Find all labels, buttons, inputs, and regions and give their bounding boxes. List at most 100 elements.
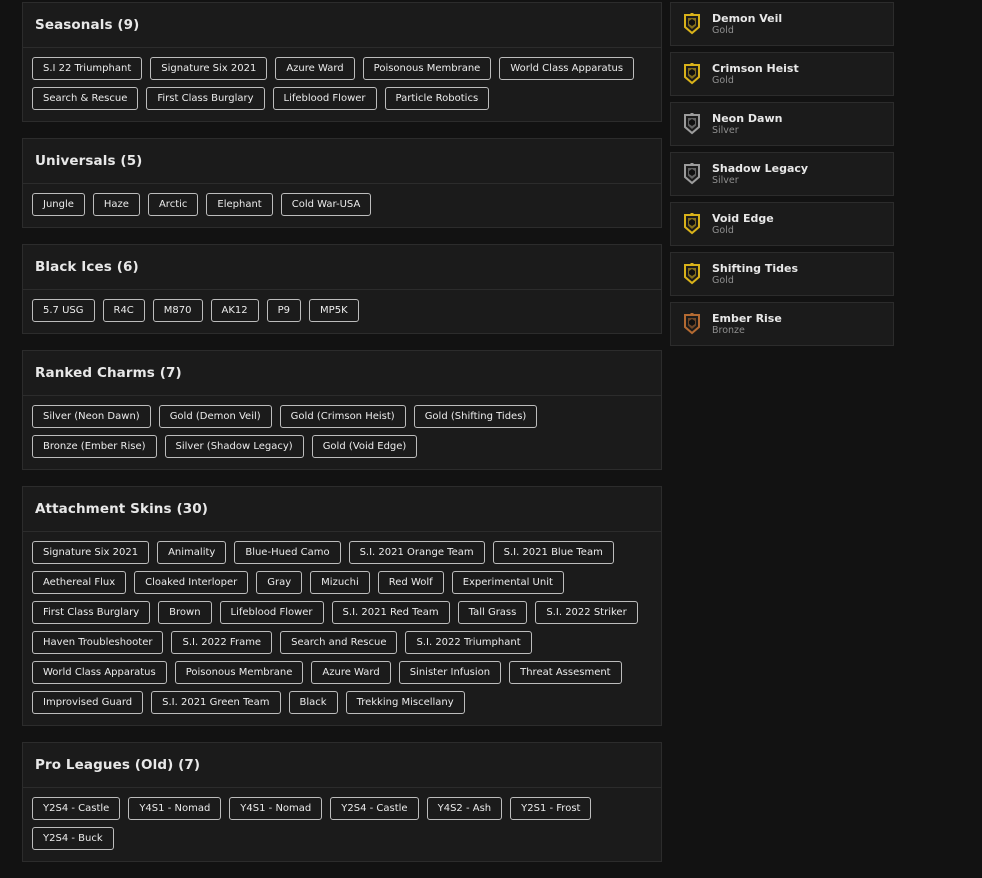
item-chip[interactable]: S.I. 2021 Blue Team (492, 541, 614, 564)
charm-text: Ember Rise Bronze (712, 312, 782, 337)
rank-badge-icon (684, 163, 700, 185)
chip-list: Y2S4 - Castle Y4S1 - Nomad Y4S1 - Nomad Y2S… (23, 788, 661, 861)
item-chip[interactable]: First Class Burglary (32, 601, 151, 624)
item-chip[interactable]: Brown (158, 601, 212, 624)
item-chip[interactable]: Signature Six 2021 (150, 57, 268, 80)
charm-card-ember-rise[interactable]: Ember Rise Bronze (670, 302, 894, 346)
item-chip[interactable]: First Class Burglary (146, 87, 265, 110)
item-chip[interactable]: Y2S4 - Castle (330, 797, 419, 820)
item-chip[interactable]: Y4S1 - Nomad (128, 797, 222, 820)
item-chip[interactable]: Y4S1 - Nomad (229, 797, 323, 820)
chip-list: Jungle Haze Arctic Elephant Cold War-USA (23, 184, 661, 227)
charm-name: Void Edge (712, 211, 774, 225)
item-chip[interactable]: Bronze (Ember Rise) (32, 435, 157, 458)
charm-card-void-edge[interactable]: Void Edge Gold (670, 202, 894, 246)
item-chip[interactable]: Silver (Shadow Legacy) (164, 435, 304, 458)
item-chip[interactable]: Y2S4 - Buck (32, 827, 114, 850)
item-chip[interactable]: S.I. 2022 Triumphant (405, 631, 532, 654)
item-chip[interactable]: S.I. 2022 Striker (535, 601, 638, 624)
charm-card-shifting-tides[interactable]: Shifting Tides Gold (670, 252, 894, 296)
item-chip[interactable]: Aethereal Flux (32, 571, 127, 594)
item-chip[interactable]: Tall Grass (457, 601, 528, 624)
item-chip[interactable]: Elephant (206, 193, 273, 216)
charm-tier: Gold (712, 74, 734, 86)
item-chip[interactable]: Gold (Crimson Heist) (279, 405, 406, 428)
item-chip[interactable]: S.I 22 Triumphant (32, 57, 143, 80)
item-chip[interactable]: Signature Six 2021 (32, 541, 150, 564)
ranked-charms-list: Demon Veil Gold Crimson Heist Gold Neon Dawn… (670, 2, 894, 352)
item-chip[interactable]: Search & Rescue (32, 87, 139, 110)
rank-badge-icon (684, 113, 700, 135)
panel-attachment-skins: Attachment Skins (30) Signature Six 2021 A… (22, 486, 662, 726)
item-chip[interactable]: M870 (152, 299, 203, 322)
item-chip[interactable]: Gold (Shifting Tides) (413, 405, 538, 428)
charm-text: Neon Dawn Silver (712, 112, 782, 137)
rank-badge-icon (684, 313, 700, 335)
item-chip[interactable]: Arctic (147, 193, 199, 216)
charm-card-neon-dawn[interactable]: Neon Dawn Silver (670, 102, 894, 146)
charm-card-shadow-legacy[interactable]: Shadow Legacy Silver (670, 152, 894, 196)
item-chip[interactable]: Animality (157, 541, 227, 564)
item-chip[interactable]: Sinister Infusion (398, 661, 502, 684)
item-chip[interactable]: Poisonous Membrane (362, 57, 492, 80)
item-chip[interactable]: Cloaked Interloper (134, 571, 249, 594)
chip-list: 5.7 USG R4C M870 AK12 P9 MP5K (23, 290, 661, 333)
charm-tier: Gold (712, 224, 734, 236)
charm-text: Shifting Tides Gold (712, 262, 798, 287)
panel-title: Pro Leagues (Old) (7) (23, 743, 661, 788)
item-chip[interactable]: Y2S4 - Castle (32, 797, 121, 820)
item-chip[interactable]: Improvised Guard (32, 691, 144, 714)
item-chip[interactable]: Haven Troubleshooter (32, 631, 164, 654)
item-chip[interactable]: Experimental Unit (451, 571, 564, 594)
charm-tier: Gold (712, 24, 734, 36)
item-chip[interactable]: Red Wolf (377, 571, 444, 594)
item-chip[interactable]: Y4S2 - Ash (426, 797, 503, 820)
item-chip[interactable]: R4C (102, 299, 145, 322)
item-chip[interactable]: S.I. 2022 Frame (171, 631, 273, 654)
charm-name: Shifting Tides (712, 261, 799, 275)
item-chip[interactable]: S.I. 2021 Orange Team (348, 541, 485, 564)
charm-card-crimson-heist[interactable]: Crimson Heist Gold (670, 52, 894, 96)
panel-title: Ranked Charms (7) (23, 351, 661, 396)
item-chip[interactable]: Poisonous Membrane (174, 661, 304, 684)
item-chip[interactable]: Particle Robotics (384, 87, 490, 110)
item-chip[interactable]: Blue-Hued Camo (234, 541, 341, 564)
item-chip[interactable]: Lifeblood Flower (219, 601, 324, 624)
item-chip[interactable]: World Class Apparatus (32, 661, 167, 684)
charm-text: Demon Veil Gold (712, 12, 782, 37)
item-chip[interactable]: P9 (266, 299, 302, 322)
item-chip[interactable]: Search and Rescue (280, 631, 398, 654)
item-categories: Seasonals (9) S.I 22 Triumphant Signature … (22, 2, 662, 878)
item-chip[interactable]: S.I. 2021 Red Team (331, 601, 450, 624)
item-chip[interactable]: Black (288, 691, 338, 714)
rank-badge-icon (684, 63, 700, 85)
item-chip[interactable]: Y2S1 - Frost (510, 797, 592, 820)
item-chip[interactable]: Haze (92, 193, 140, 216)
item-chip[interactable]: Threat Assesment (509, 661, 622, 684)
item-chip[interactable]: Gold (Void Edge) (311, 435, 418, 458)
panel-title: Seasonals (9) (23, 3, 661, 48)
chip-list: Silver (Neon Dawn) Gold (Demon Veil) Gold … (23, 396, 661, 469)
item-chip[interactable]: Trekking Miscellany (345, 691, 465, 714)
rank-badge-icon (684, 263, 700, 285)
item-chip[interactable]: Lifeblood Flower (272, 87, 377, 110)
item-chip[interactable]: Gold (Demon Veil) (158, 405, 272, 428)
item-chip[interactable]: MP5K (309, 299, 359, 322)
charm-text: Shadow Legacy Silver (712, 162, 808, 187)
charm-tier: Silver (712, 174, 739, 186)
item-chip[interactable]: Mizuchi (310, 571, 370, 594)
item-chip[interactable]: World Class Apparatus (499, 57, 635, 80)
item-chip[interactable]: S.I. 2021 Green Team (151, 691, 281, 714)
charm-card-demon-veil[interactable]: Demon Veil Gold (670, 2, 894, 46)
item-chip[interactable]: 5.7 USG (32, 299, 95, 322)
charm-name: Neon Dawn (712, 111, 783, 125)
charm-tier: Bronze (712, 324, 745, 336)
item-chip[interactable]: Cold War-USA (280, 193, 372, 216)
item-chip[interactable]: Silver (Neon Dawn) (32, 405, 151, 428)
item-chip[interactable]: AK12 (210, 299, 259, 322)
item-chip[interactable]: Gray (256, 571, 303, 594)
item-chip[interactable]: Azure Ward (275, 57, 355, 80)
item-chip[interactable]: Azure Ward (311, 661, 391, 684)
panel-black-ices: Black Ices (6) 5.7 USG R4C M870 AK12 P9 MP5K (22, 244, 662, 334)
item-chip[interactable]: Jungle (32, 193, 85, 216)
